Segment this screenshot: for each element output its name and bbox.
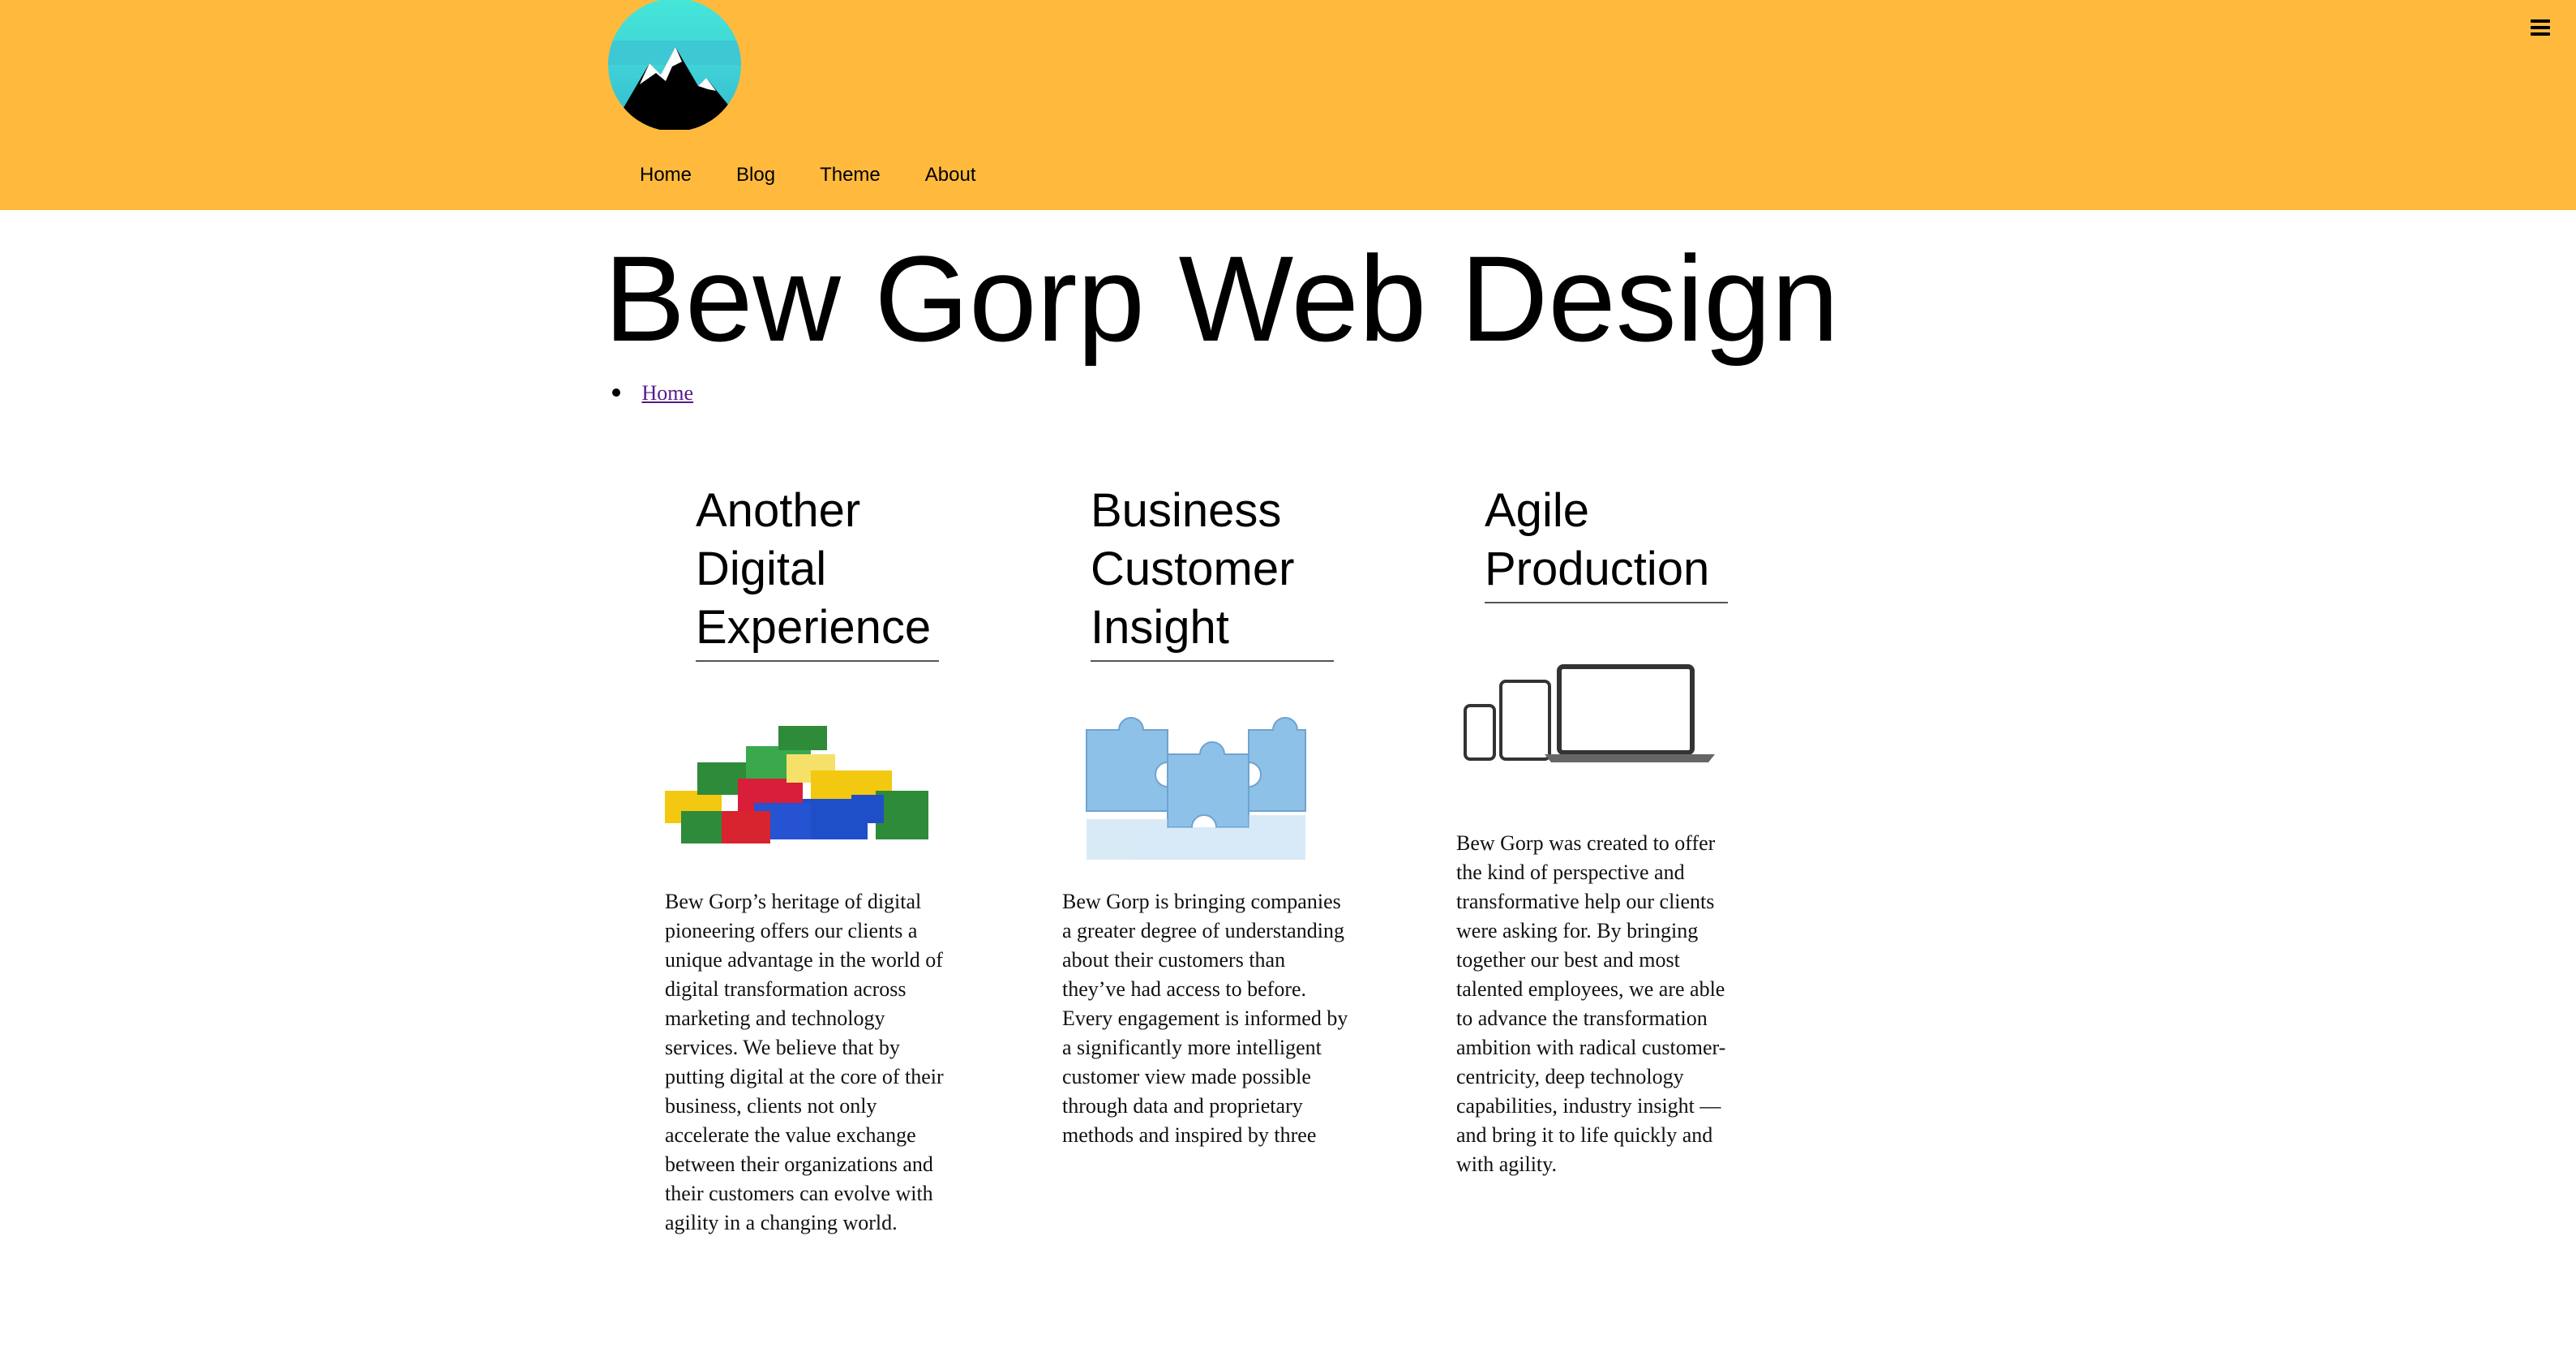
breadcrumb-item: Home — [612, 381, 694, 406]
hamburger-menu-icon[interactable] — [2531, 19, 2550, 36]
breadcrumb-home-link[interactable]: Home — [642, 381, 694, 405]
feature-text: Bew Gorp’s heritage of digital pioneerin… — [665, 890, 944, 1234]
mountain-logo[interactable] — [607, 0, 742, 130]
main-nav: Home Blog Theme About — [607, 159, 988, 191]
puzzle-pieces-image — [1086, 717, 1306, 860]
nav-blog[interactable]: Blog — [704, 164, 775, 187]
feature-text: Bew Gorp is bringing companies a greater… — [1062, 890, 1348, 1147]
site-header: Home Blog Theme About — [0, 0, 2576, 210]
feature-title: Agile Production — [1485, 482, 1728, 603]
breadcrumb: Home — [612, 381, 694, 406]
devices-image — [1464, 664, 1715, 762]
nav-theme[interactable]: Theme — [787, 164, 881, 187]
feature-title: Another Digital Experience — [696, 482, 939, 662]
lego-bricks-image — [665, 726, 928, 843]
nav-about[interactable]: About — [893, 164, 976, 187]
feature-text: Bew Gorp was created to offer the kind o… — [1456, 831, 1726, 1176]
feature-title: Business Customer Insight — [1091, 482, 1334, 662]
nav-home[interactable]: Home — [607, 164, 692, 187]
site-title: Bew Gorp Web Design — [604, 230, 1839, 367]
